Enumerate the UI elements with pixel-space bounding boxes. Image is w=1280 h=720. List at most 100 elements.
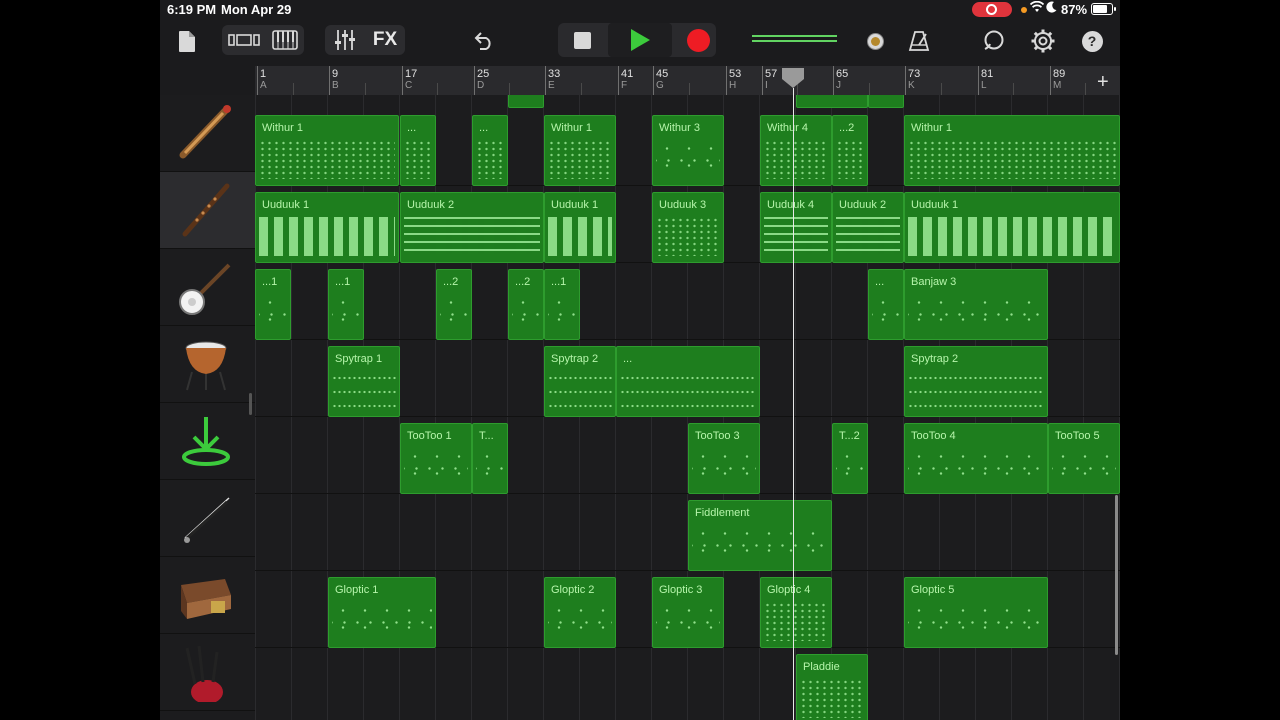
- region[interactable]: ...: [868, 269, 904, 340]
- metronome-button[interactable]: [906, 28, 932, 54]
- region[interactable]: Withur 3: [652, 115, 724, 186]
- region[interactable]: Uuduuk 1: [544, 192, 616, 263]
- timeline-ruler[interactable]: 1 A 9 B 17 C 25 D 33 E 41 F 45 G 53 H 57 I 65 J 73 K 81 L 89 M: [255, 66, 1120, 96]
- sliders-icon: [335, 30, 355, 50]
- track-header[interactable]: [160, 326, 255, 403]
- ruler-tick: [689, 83, 690, 95]
- track-header[interactable]: [160, 249, 255, 326]
- region[interactable]: T...2: [832, 423, 868, 494]
- region[interactable]: Withur 4: [760, 115, 832, 186]
- region-name: Gloptic 5: [911, 584, 955, 596]
- region-partial[interactable]: [796, 95, 868, 108]
- download-icon: [177, 411, 235, 471]
- region[interactable]: Uuduuk 3: [652, 192, 724, 263]
- add-section-button[interactable]: +: [1097, 71, 1109, 94]
- instrument-view-button[interactable]: [268, 26, 302, 54]
- region-name: TooToo 5: [1055, 430, 1100, 442]
- region[interactable]: Gloptic 5: [904, 577, 1048, 648]
- region[interactable]: ...: [616, 346, 760, 417]
- region[interactable]: TooToo 1: [400, 423, 472, 494]
- midi-notes: [476, 140, 504, 179]
- midi-notes: [800, 679, 864, 718]
- region-partial[interactable]: [868, 95, 904, 108]
- region[interactable]: Uuduuk 4: [760, 192, 832, 263]
- undo-button[interactable]: [468, 26, 498, 54]
- region[interactable]: Uuduuk 2: [400, 192, 544, 263]
- ruler-section-letter: B: [332, 80, 339, 91]
- ruler-tick: [293, 83, 294, 95]
- region-name: Uuduuk 3: [659, 199, 707, 211]
- region[interactable]: ...1: [328, 269, 364, 340]
- region[interactable]: ...: [400, 115, 436, 186]
- region[interactable]: Spytrap 1: [328, 346, 400, 417]
- region[interactable]: Uuduuk 1: [255, 192, 399, 263]
- record-button[interactable]: [680, 26, 716, 54]
- midi-notes: [404, 448, 468, 487]
- region[interactable]: ...2: [832, 115, 868, 186]
- region[interactable]: Spytrap 2: [544, 346, 616, 417]
- region[interactable]: Gloptic 2: [544, 577, 616, 648]
- vertical-scrollbar[interactable]: [1115, 495, 1118, 655]
- region[interactable]: Gloptic 3: [652, 577, 724, 648]
- region[interactable]: Pladdie: [796, 654, 868, 720]
- track-header[interactable]: [160, 403, 255, 480]
- region-partial[interactable]: [508, 95, 544, 108]
- track-header[interactable]: [160, 634, 255, 711]
- region[interactable]: Banjaw 3: [904, 269, 1048, 340]
- ruler-tick: [869, 83, 870, 95]
- region[interactable]: ...2: [436, 269, 472, 340]
- region[interactable]: Spytrap 2: [904, 346, 1048, 417]
- playhead-handle[interactable]: [781, 68, 805, 88]
- midi-notes: [764, 217, 828, 256]
- ruler-section-letter: M: [1053, 80, 1062, 91]
- loop-icon: [984, 30, 1004, 50]
- midi-notes: [512, 294, 540, 333]
- status-bar: 6:19 PM Mon Apr 29 87%: [160, 0, 1120, 20]
- region[interactable]: Withur 1: [544, 115, 616, 186]
- midi-notes: [692, 448, 756, 487]
- region-name: Spytrap 2: [551, 353, 599, 365]
- track-header[interactable]: [160, 172, 255, 249]
- track-lanes: Withur 1...... Withur 1 Withur 3 Withur 4..…: [255, 95, 1120, 720]
- settings-button[interactable]: [1029, 27, 1057, 55]
- midi-notes: [440, 294, 468, 333]
- header-resize-handle[interactable]: [249, 393, 252, 415]
- mixer-button[interactable]: [330, 26, 360, 54]
- ruler-section-letter: A: [260, 80, 267, 91]
- track-lane[interactable]: [255, 647, 1120, 720]
- track-header[interactable]: [160, 480, 255, 557]
- region-name: Gloptic 2: [551, 584, 595, 596]
- region[interactable]: ...1: [544, 269, 580, 340]
- loop-browser-button[interactable]: [980, 28, 1008, 54]
- region[interactable]: TooToo 4: [904, 423, 1048, 494]
- stop-button[interactable]: [564, 26, 600, 54]
- track-header[interactable]: [160, 95, 255, 172]
- region[interactable]: ...: [472, 115, 508, 186]
- track-header[interactable]: [160, 557, 255, 634]
- region[interactable]: Gloptic 1: [328, 577, 436, 648]
- region[interactable]: Gloptic 4: [760, 577, 832, 648]
- midi-notes: [1052, 448, 1116, 487]
- region[interactable]: Withur 1: [904, 115, 1120, 186]
- play-button[interactable]: [608, 23, 672, 57]
- region[interactable]: Uuduuk 2: [832, 192, 904, 263]
- midi-notes: [548, 217, 612, 256]
- master-volume-knob[interactable]: [864, 30, 886, 52]
- region[interactable]: ...2: [508, 269, 544, 340]
- region[interactable]: T...: [472, 423, 508, 494]
- region-name: ...1: [262, 276, 278, 288]
- screen-recording-indicator[interactable]: [972, 2, 1012, 17]
- play-icon: [630, 29, 650, 51]
- region[interactable]: Fiddlement: [688, 500, 832, 571]
- region[interactable]: Uuduuk 1: [904, 192, 1120, 263]
- my-songs-button[interactable]: [176, 26, 198, 56]
- region[interactable]: TooToo 5: [1048, 423, 1120, 494]
- ruler-bar-number: 41: [621, 68, 634, 80]
- region[interactable]: ...1: [255, 269, 291, 340]
- fx-button[interactable]: FX: [368, 26, 402, 54]
- ruler-bar-number: 45: [656, 68, 669, 80]
- region[interactable]: TooToo 3: [688, 423, 760, 494]
- tracks-view-button[interactable]: [226, 26, 262, 54]
- help-button[interactable]: ?: [1080, 29, 1104, 53]
- region[interactable]: Withur 1: [255, 115, 399, 186]
